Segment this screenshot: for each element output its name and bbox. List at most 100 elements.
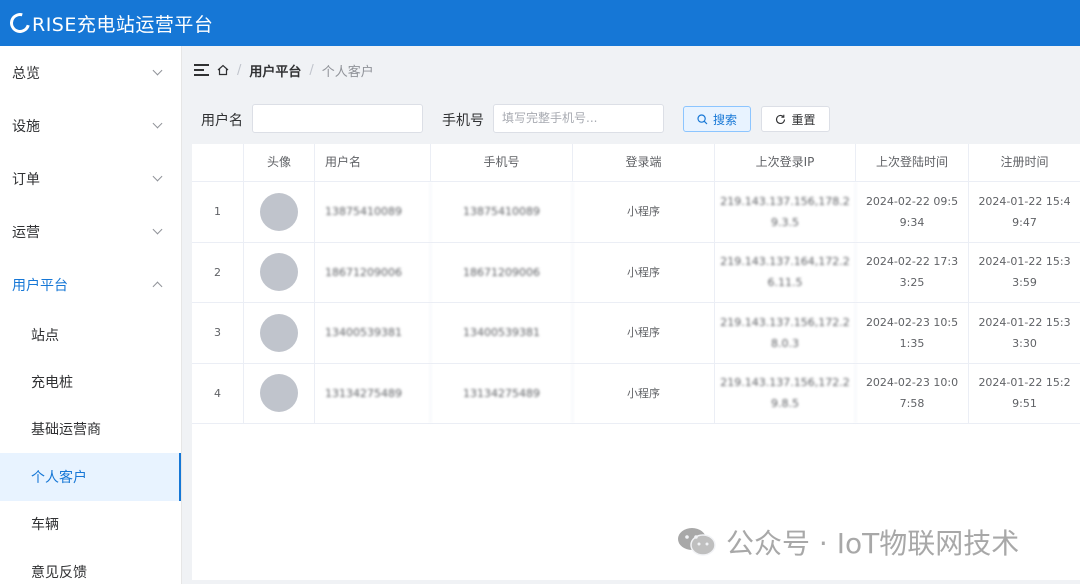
sidebar-menu-label: 运营 — [12, 224, 40, 241]
sidebar-item-label: 基础运营商 — [31, 422, 101, 439]
sidebar-menu-orders[interactable]: 订单 — [0, 152, 181, 205]
col-header-registered: 注册时间 — [1000, 155, 1049, 169]
sidebar-menu-label: 订单 — [12, 171, 40, 188]
top-header: RISE充电站运营平台 — [0, 0, 1080, 46]
phone-label: 手机号 — [442, 113, 484, 129]
username-cell: 13134275489 — [315, 363, 431, 423]
sidebar: 总览 设施 订单 运营 用户平台 站点 充电桩 基础运营商 个人客户 车辆 意见… — [0, 46, 182, 584]
customer-table: 头像 用户名 手机号 登录端 上次登录IP 上次登陆时间 注册时间 1 1387… — [192, 144, 1080, 580]
registered-cell: 2024-01-22 15:4 9:47 — [978, 194, 1071, 229]
phone-cell: 13134275489 — [431, 363, 573, 423]
avatar — [260, 313, 298, 352]
row-index: 4 — [192, 363, 244, 423]
watermark: 公众号 · IoT物联网技术 — [676, 524, 1019, 560]
watermark-text: 公众号 · IoT物联网技术 — [726, 527, 1020, 560]
logo-ring-icon — [6, 9, 34, 37]
username-label: 用户名 — [201, 113, 243, 129]
last-login-cell: 2024-02-23 10:0 7:58 — [856, 363, 969, 423]
reset-button[interactable]: 重置 — [761, 106, 830, 132]
col-header-avatar: 头像 — [244, 144, 315, 181]
chevron-down-icon — [152, 171, 163, 182]
wechat-icon — [678, 528, 716, 556]
sidebar-item-vehicles[interactable]: 车辆 — [0, 501, 181, 548]
search-button-label: 搜索 — [712, 112, 737, 127]
client-cell: 小程序 — [573, 182, 715, 242]
registered-cell: 2024-01-22 15:3 3:30 — [978, 315, 1071, 350]
sidebar-item-operators[interactable]: 基础运营商 — [0, 406, 181, 453]
ip-cell: 219.143.137.164,172.2 6.11.5 — [715, 242, 856, 302]
table-row[interactable]: 3 13400539381 13400539381 小程序 219.143.13… — [192, 303, 1080, 364]
sidebar-item-label: 个人客户 — [31, 469, 87, 486]
table-row[interactable]: 2 18671209006 18671209006 小程序 219.143.13… — [192, 242, 1080, 303]
client-cell: 小程序 — [573, 242, 715, 302]
username-cell: 13400539381 — [315, 303, 431, 363]
avatar-cell — [244, 242, 315, 302]
refresh-icon — [776, 114, 786, 124]
chevron-up-icon — [152, 281, 163, 292]
sidebar-menu-facilities[interactable]: 设施 — [0, 99, 181, 152]
row-index: 3 — [192, 303, 244, 363]
registered-cell: 2024-01-22 15:3 3:59 — [978, 255, 1071, 290]
sidebar-item-label: 意见反馈 — [31, 564, 87, 581]
ip-cell: 219.143.137.156,172.2 8.0.3 — [715, 303, 856, 363]
main-content: / 用户平台 / 个人客户 用户名 手机号 填写完整手机号... 搜索 重置 头… — [182, 46, 1080, 584]
breadcrumb: / 用户平台 / 个人客户 — [182, 46, 1080, 94]
search-icon — [697, 113, 708, 124]
username-cell: 13875410089 — [315, 182, 431, 242]
phone-input[interactable]: 填写完整手机号... — [493, 104, 664, 133]
row-index: 1 — [192, 182, 244, 242]
sidebar-item-label: 车辆 — [31, 517, 59, 534]
last-login-cell: 2024-02-22 09:5 9:34 — [856, 182, 969, 242]
chevron-down-icon — [152, 118, 163, 129]
chevron-down-icon — [152, 224, 163, 235]
phone-cell: 18671209006 — [431, 242, 573, 302]
ip-cell: 219.143.137.156,172.2 9.8.5 — [715, 363, 856, 423]
search-button[interactable]: 搜索 — [683, 106, 751, 132]
col-header-last-ip: 上次登录IP — [715, 144, 856, 181]
sidebar-item-chargers[interactable]: 充电桩 — [0, 358, 181, 405]
sidebar-menu-label: 用户平台 — [12, 277, 68, 294]
ip-cell: 219.143.137.156,178.2 9.3.5 — [715, 182, 856, 242]
search-form: 用户名 手机号 填写完整手机号... 搜索 重置 — [182, 102, 1080, 134]
client-cell: 小程序 — [573, 303, 715, 363]
sidebar-menu-operations[interactable]: 运营 — [0, 205, 181, 258]
app-logo: RISE充电站运营平台 — [6, 9, 214, 37]
col-header-client: 登录端 — [573, 144, 715, 181]
sidebar-menu-overview[interactable]: 总览 — [0, 46, 181, 99]
avatar — [260, 374, 298, 413]
col-header-last-login: 上次登陆时间 — [856, 144, 969, 181]
sidebar-item-stations[interactable]: 站点 — [0, 311, 181, 358]
breadcrumb-parent[interactable]: 用户平台 — [249, 61, 301, 80]
breadcrumb-separator: / — [237, 62, 242, 78]
last-login-cell: 2024-02-22 17:3 3:25 — [856, 242, 969, 302]
home-icon[interactable] — [217, 64, 229, 76]
breadcrumb-separator: / — [309, 62, 314, 78]
sidebar-item-label: 充电桩 — [31, 375, 73, 392]
menu-collapse-icon[interactable] — [194, 63, 209, 77]
avatar-cell — [244, 303, 315, 363]
sidebar-menu-label: 设施 — [12, 118, 40, 135]
last-login-cell: 2024-02-23 10:5 1:35 — [856, 303, 969, 363]
username-input[interactable] — [252, 104, 423, 133]
avatar-cell — [244, 182, 315, 242]
username-cell: 18671209006 — [315, 242, 431, 302]
sidebar-menu-user-platform[interactable]: 用户平台 — [0, 258, 181, 311]
col-header-index — [192, 144, 244, 181]
table-row[interactable]: 1 13875410089 13875410089 小程序 219.143.13… — [192, 182, 1080, 243]
sidebar-item-label: 站点 — [31, 327, 59, 344]
avatar — [260, 253, 298, 292]
sidebar-item-individual-customers[interactable]: 个人客户 — [0, 453, 181, 501]
sidebar-menu-label: 总览 — [12, 65, 40, 82]
app-title: RISE充电站运营平台 — [32, 13, 214, 36]
row-index: 2 — [192, 242, 244, 302]
col-header-phone: 手机号 — [431, 144, 573, 181]
avatar-cell — [244, 363, 315, 423]
sidebar-item-feedback[interactable]: 意见反馈 — [0, 548, 181, 584]
table-header: 头像 用户名 手机号 登录端 上次登录IP 上次登陆时间 注册时间 — [192, 144, 1080, 182]
registered-cell: 2024-01-22 15:2 9:51 — [978, 376, 1071, 411]
client-cell: 小程序 — [573, 363, 715, 423]
phone-cell: 13400539381 — [431, 303, 573, 363]
chevron-down-icon — [152, 65, 163, 76]
avatar — [260, 192, 298, 231]
table-row[interactable]: 4 13134275489 13134275489 小程序 219.143.13… — [192, 363, 1080, 424]
